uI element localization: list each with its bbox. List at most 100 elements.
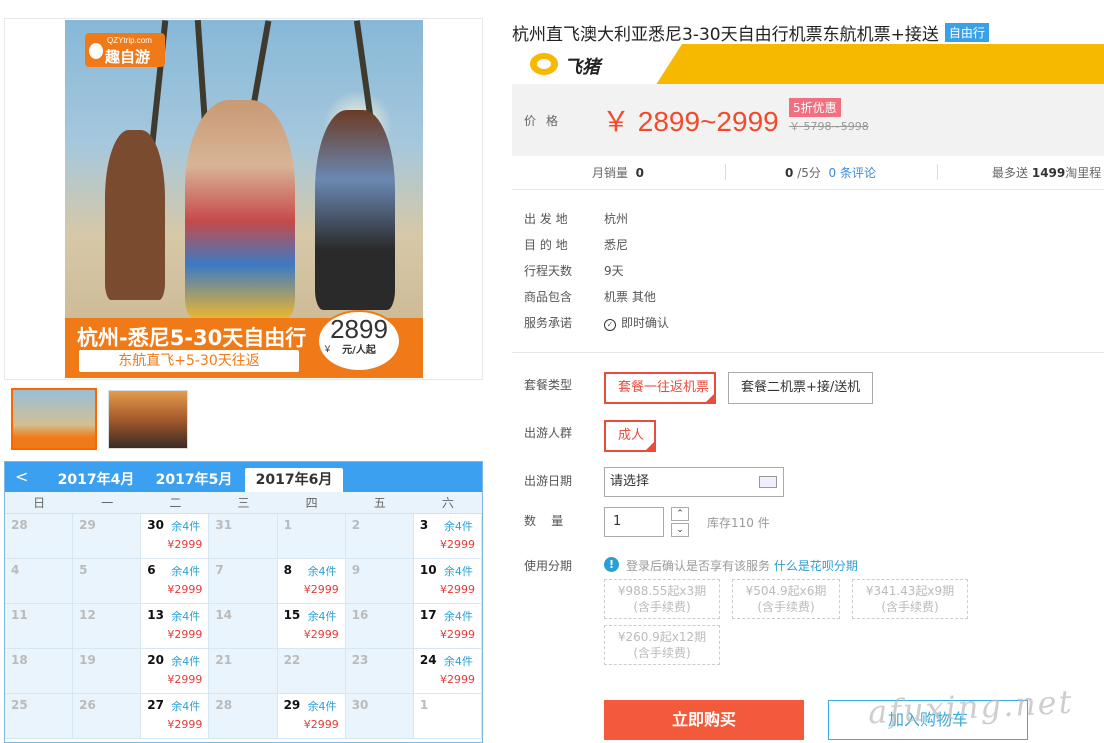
calendar-tab-june[interactable]: 2017年6月 bbox=[245, 468, 343, 492]
day-price: ¥2999 bbox=[167, 718, 203, 731]
day-number: 14 bbox=[215, 608, 233, 622]
poster-subline: 东航直飞+5-30天往返 bbox=[79, 350, 299, 372]
calendar-day-cell[interactable]: 15 余4件 ¥2999 bbox=[277, 604, 346, 649]
crowd-label: 出游人群 bbox=[524, 426, 573, 440]
day-number: 4 bbox=[11, 563, 20, 577]
calendar-day-cell: 26 bbox=[73, 694, 142, 739]
day-number: 1 bbox=[419, 698, 429, 712]
day-number: 27 bbox=[147, 698, 164, 712]
calendar-day-cell[interactable]: 13 余4件 ¥2999 bbox=[141, 604, 210, 649]
quantity-label: 数 量 bbox=[524, 514, 564, 528]
calendar-day-cell[interactable]: 27 余4件 ¥2999 bbox=[141, 694, 210, 739]
quantity-up-button[interactable]: ⌃ bbox=[671, 507, 689, 521]
calendar-grid: 28 29 30 余4件 ¥2999 31 1 2 3 余4件 ¥2999 4 5 6 余4件 ¥2999 7 8… bbox=[5, 514, 482, 739]
package-option-1[interactable]: 套餐一往返机票 bbox=[604, 372, 716, 404]
day-price: ¥2999 bbox=[440, 538, 475, 551]
day-number: 5 bbox=[79, 563, 88, 577]
buy-now-button[interactable]: 立即购买 bbox=[604, 700, 804, 740]
day-price: ¥2999 bbox=[167, 538, 203, 551]
weekday-label: 五 bbox=[373, 496, 386, 510]
day-price: ¥2999 bbox=[167, 583, 203, 596]
day-number: 29 bbox=[283, 698, 301, 712]
day-stock: 余4件 bbox=[171, 700, 201, 713]
poster-image: QZYtrip.com 趣自游 杭州-悉尼5-30天自由行 东航直飞+5-30天… bbox=[65, 20, 423, 378]
day-number: 23 bbox=[351, 653, 369, 667]
calendar-day-cell: 29 bbox=[73, 514, 142, 559]
day-price: ¥2999 bbox=[440, 628, 475, 641]
package-option-2[interactable]: 套餐二机票+接/送机 bbox=[728, 372, 874, 404]
day-stock: 余4件 bbox=[171, 520, 201, 533]
day-price: ¥2999 bbox=[440, 583, 475, 596]
day-number: 28 bbox=[215, 698, 233, 712]
day-number: 16 bbox=[351, 608, 369, 622]
weekday-label: 日 bbox=[33, 496, 46, 510]
rating-score: 0 bbox=[785, 166, 794, 180]
calendar-day-cell: 1 bbox=[277, 514, 346, 559]
calendar-day-cell[interactable]: 24 余4件 ¥2999 bbox=[413, 649, 482, 694]
day-number: 21 bbox=[215, 653, 233, 667]
calendar-weekdays: 日 一 二 三 四 五 六 bbox=[5, 492, 482, 514]
calendar-day-cell: 21 bbox=[209, 649, 278, 694]
main-product-image[interactable]: QZYtrip.com 趣自游 杭州-悉尼5-30天自由行 东航直飞+5-30天… bbox=[4, 18, 483, 380]
day-price: ¥2999 bbox=[440, 673, 475, 686]
day-price: ¥2999 bbox=[303, 628, 339, 641]
thumbnail-1[interactable] bbox=[11, 388, 97, 450]
day-number: 30 bbox=[147, 518, 164, 532]
calendar-day-cell: 1 bbox=[413, 694, 482, 739]
calendar-day-cell[interactable]: 20 余4件 ¥2999 bbox=[141, 649, 210, 694]
day-number: 24 bbox=[419, 653, 437, 667]
shop-logo-text: 飞猪 bbox=[564, 57, 600, 78]
calendar-day-cell: 28 bbox=[5, 514, 74, 559]
crowd-option-adult[interactable]: 成人 bbox=[604, 420, 656, 452]
calendar-tab-may[interactable]: 2017年5月 bbox=[145, 468, 243, 492]
day-stock: 余4件 bbox=[443, 565, 473, 578]
calendar-day-cell[interactable]: 10 余4件 ¥2999 bbox=[413, 559, 482, 604]
package-label: 套餐类型 bbox=[524, 378, 573, 392]
day-number: 20 bbox=[147, 653, 164, 667]
quantity-input[interactable]: 1 bbox=[604, 507, 664, 537]
poster-price-badge: ￥ 2899 元/人起 bbox=[317, 310, 401, 372]
travel-date-input[interactable]: 请选择 bbox=[604, 467, 784, 497]
shop-banner: 飞猪 bbox=[512, 44, 1104, 84]
calendar-day-cell: 2 bbox=[345, 514, 414, 559]
day-price: ¥2999 bbox=[303, 583, 339, 596]
reviews-link[interactable]: 0 条评论 bbox=[829, 166, 876, 180]
price-value: ￥ 2899~2999 bbox=[602, 106, 779, 137]
discount-badge: 5折优惠 bbox=[789, 98, 841, 117]
day-number: 12 bbox=[79, 608, 96, 622]
calendar-day-cell[interactable]: 17 余4件 ¥2999 bbox=[413, 604, 482, 649]
calendar-day-cell[interactable]: 30 余4件 ¥2999 bbox=[141, 514, 210, 559]
date-label: 出游日期 bbox=[524, 474, 573, 488]
calendar-icon[interactable] bbox=[759, 476, 777, 488]
installment-option-9[interactable]: ¥341.43起x9期 (含手续费) bbox=[852, 579, 968, 619]
huabei-note: 登录后确认是否享有该服务 bbox=[626, 559, 771, 573]
calendar-tab-april[interactable]: 2017年4月 bbox=[47, 468, 145, 492]
day-number: 10 bbox=[419, 563, 437, 577]
day-price: ¥2999 bbox=[167, 628, 203, 641]
product-title: 杭州直飞澳大利亚悉尼3-30天自由行机票东航机票+接送 自由行 bbox=[512, 20, 989, 45]
quantity-down-button[interactable]: ⌄ bbox=[671, 523, 689, 537]
huabei-help-link[interactable]: 什么是花呗分期 bbox=[774, 559, 858, 573]
calendar-prev-button[interactable]: < bbox=[15, 467, 28, 486]
day-number: 7 bbox=[215, 563, 224, 577]
day-number: 28 bbox=[11, 518, 28, 532]
thumbnail-2[interactable] bbox=[108, 390, 188, 449]
day-number: 11 bbox=[11, 608, 28, 622]
day-number: 25 bbox=[11, 698, 28, 712]
day-stock: 余4件 bbox=[443, 610, 473, 623]
calendar-day-cell[interactable]: 6 余4件 ¥2999 bbox=[141, 559, 210, 604]
calendar-day-cell: 18 bbox=[5, 649, 74, 694]
installment-option-6[interactable]: ¥504.9起x6期 (含手续费) bbox=[732, 579, 840, 619]
add-to-cart-button[interactable]: 加入购物车 bbox=[828, 700, 1028, 740]
calendar-day-cell[interactable]: 3 余4件 ¥2999 bbox=[413, 514, 482, 559]
monthly-sales: 0 bbox=[635, 166, 645, 180]
day-number: 31 bbox=[215, 518, 233, 532]
installment-option-3[interactable]: ¥988.55起x3期 (含手续费) bbox=[604, 579, 720, 619]
price-label: 价格 bbox=[524, 114, 569, 128]
installment-option-12[interactable]: ¥260.9起x12期 (含手续费) bbox=[604, 625, 720, 665]
day-price: ¥2999 bbox=[167, 673, 203, 686]
calendar-day-cell[interactable]: 8 余4件 ¥2999 bbox=[277, 559, 346, 604]
day-number: 2 bbox=[351, 518, 361, 532]
weekday-label: 四 bbox=[305, 496, 318, 510]
calendar-day-cell[interactable]: 29 余4件 ¥2999 bbox=[277, 694, 346, 739]
